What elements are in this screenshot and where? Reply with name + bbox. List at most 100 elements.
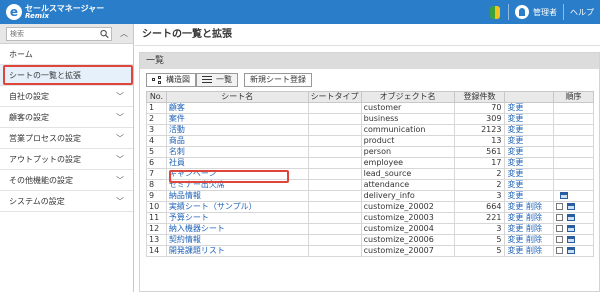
object-name: customize_20002: [360, 201, 455, 213]
row-number: 6: [146, 157, 167, 169]
order-cell: [553, 245, 594, 257]
search-input[interactable]: [7, 27, 97, 40]
sidebar-item-system-settings[interactable]: システムの設定 ﹀: [0, 191, 133, 212]
row-number: 13: [146, 234, 167, 246]
sheet-name-link[interactable]: 社員: [165, 157, 309, 169]
sidebar-item-company-settings[interactable]: 自社の設定 ﹀: [0, 86, 133, 107]
object-name: product: [360, 135, 455, 147]
record-count: 309: [453, 113, 506, 125]
sidebar-item-sales-process-settings[interactable]: 営業プロセスの設定 ﹀: [0, 128, 133, 149]
order-checkbox[interactable]: [556, 214, 564, 221]
sidebar-item-label: アウトプットの設定: [9, 155, 81, 164]
table-row: 12 納入機器シート customize_20004 3 変更 削除: [146, 223, 594, 235]
record-count: 17: [453, 157, 506, 169]
row-actions[interactable]: 変更 削除: [504, 234, 555, 246]
sheet-name-link[interactable]: 納品情報: [165, 190, 309, 202]
table-icon[interactable]: [567, 236, 576, 243]
object-name: business: [360, 113, 455, 125]
search-icon[interactable]: [100, 29, 109, 39]
top-bar: e セールスマネージャー Remix 管理者 ヘルプ: [0, 0, 600, 24]
sidebar-item-home[interactable]: ホーム: [0, 44, 133, 65]
user-icon[interactable]: [515, 5, 529, 19]
sheet-name-link[interactable]: 実績シート（サンプル）: [165, 201, 309, 213]
sidebar-item-output-settings[interactable]: アウトプットの設定 ﹀: [0, 149, 133, 170]
table-row: 9 納品情報 delivery_info 3 変更: [146, 190, 594, 202]
order-cell: [553, 179, 594, 191]
object-name: employee: [360, 157, 455, 169]
sheet-type: [307, 190, 362, 202]
divider: [563, 4, 564, 20]
app-logo[interactable]: e セールスマネージャー Remix: [6, 3, 126, 21]
table-icon[interactable]: [567, 247, 576, 254]
row-actions[interactable]: 変更: [504, 190, 555, 202]
new-sheet-button[interactable]: 新規シート登録: [244, 73, 312, 87]
sheet-name-link[interactable]: キャンペーン: [165, 168, 309, 180]
row-actions[interactable]: 変更: [504, 157, 555, 169]
row-actions[interactable]: 変更 削除: [504, 223, 555, 235]
sheet-name-link[interactable]: セミナー出欠席: [165, 179, 309, 191]
sidebar-item-label: システムの設定: [9, 197, 65, 206]
row-actions[interactable]: 変更 削除: [504, 212, 555, 224]
row-actions[interactable]: 変更: [504, 113, 555, 125]
order-checkbox[interactable]: [556, 247, 564, 254]
sheet-name-link[interactable]: 開発課題リスト: [165, 245, 309, 257]
sidebar-item-label: 営業プロセスの設定: [9, 134, 81, 143]
sheet-type: [307, 212, 362, 224]
sheet-name-link[interactable]: 予算シート: [165, 212, 309, 224]
sidebar-item-other-settings[interactable]: その他機能の設定 ﹀: [0, 170, 133, 191]
table-icon[interactable]: [567, 225, 576, 232]
row-actions[interactable]: 変更: [504, 168, 555, 180]
column-header: 登録件数: [453, 91, 506, 103]
row-actions[interactable]: 変更: [504, 146, 555, 158]
row-actions[interactable]: 変更: [504, 135, 555, 147]
table-row: 5 名刺 person 561 変更: [146, 146, 594, 158]
sheet-type: [307, 223, 362, 235]
row-number: 3: [146, 124, 167, 136]
sidebar-item-customer-settings[interactable]: 顧客の設定 ﹀: [0, 107, 133, 128]
sheet-name-link[interactable]: 契約情報: [165, 234, 309, 246]
sheet-type: [307, 201, 362, 213]
table-row: 4 商品 product 13 変更: [146, 135, 594, 147]
object-name: customize_20007: [360, 245, 455, 257]
table-row: 11 予算シート customize_20003 221 変更 削除: [146, 212, 594, 224]
sheet-name-link[interactable]: 商品: [165, 135, 309, 147]
table-row: 8 セミナー出欠席 attendance 2 変更: [146, 179, 594, 191]
order-checkbox[interactable]: [556, 225, 564, 232]
row-actions[interactable]: 変更 削除: [504, 245, 555, 257]
sidebar-item-sheet-list[interactable]: シートの一覧と拡張: [0, 65, 133, 86]
sidebar-item-label: ホーム: [9, 50, 33, 59]
row-actions[interactable]: 変更: [504, 179, 555, 191]
order-cell: [553, 157, 594, 169]
row-actions[interactable]: 変更: [504, 124, 555, 136]
search-box: [6, 26, 112, 41]
chevron-down-icon: ﹀: [116, 176, 124, 185]
sheet-name-link[interactable]: 名刺: [165, 146, 309, 158]
order-cell: [553, 190, 594, 202]
tab-tree-view[interactable]: 構造図: [146, 73, 196, 87]
chevron-down-icon: ﹀: [116, 92, 124, 101]
sidebar-item-label: その他機能の設定: [9, 176, 73, 185]
order-checkbox[interactable]: [556, 203, 564, 210]
table-icon[interactable]: [567, 214, 576, 221]
sheet-name-link[interactable]: 活動: [165, 124, 309, 136]
table-header-row: No. シート名 シートタイプ オブジェクト名 登録件数 順序: [146, 91, 594, 103]
chevron-down-icon: ﹀: [116, 197, 124, 206]
table-row: 1 顧客 customer 70 変更: [146, 102, 594, 114]
table-icon[interactable]: [560, 192, 569, 199]
tab-list-view[interactable]: 一覧: [196, 73, 238, 87]
sheet-name-link[interactable]: 案件: [165, 113, 309, 125]
help-link[interactable]: ヘルプ: [570, 7, 594, 18]
row-actions[interactable]: 変更: [504, 102, 555, 114]
table-icon[interactable]: [567, 203, 576, 210]
object-name: customer: [360, 102, 455, 114]
row-number: 9: [146, 190, 167, 202]
record-count: 664: [453, 201, 506, 213]
record-count: 221: [453, 212, 506, 224]
sheet-name-link[interactable]: 納入機器シート: [165, 223, 309, 235]
admin-menu[interactable]: 管理者: [533, 7, 557, 18]
sheet-name-link[interactable]: 顧客: [165, 102, 309, 114]
beginner-leaf-icon[interactable]: [490, 5, 500, 19]
order-checkbox[interactable]: [556, 236, 564, 243]
chevron-up-icon[interactable]: ︿: [118, 28, 130, 40]
row-actions[interactable]: 変更 削除: [504, 201, 555, 213]
